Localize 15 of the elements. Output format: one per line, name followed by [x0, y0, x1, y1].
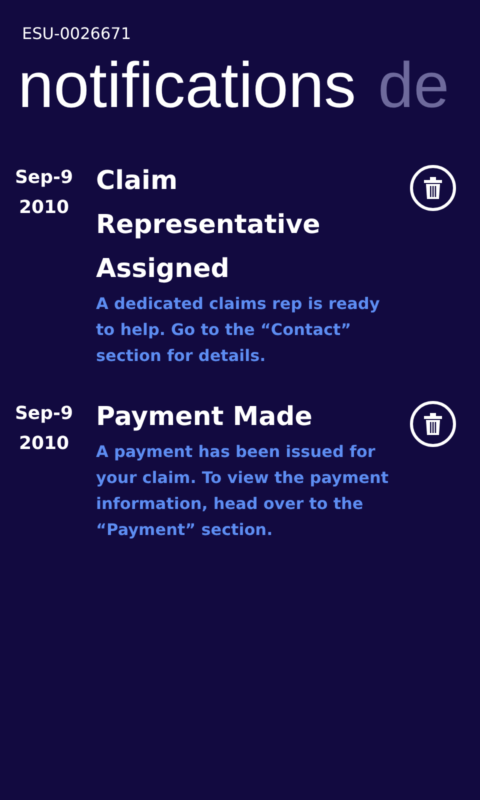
- notification-message: A dedicated claims rep is ready to help. Go to the “Contact” section for details.: [96, 293, 381, 367]
- notification-date: Sep-9: [14, 166, 74, 190]
- app-title: ESU-0026671: [22, 24, 132, 43]
- delete-button[interactable]: [410, 401, 456, 447]
- notification-message: A payment has been issued for your claim. To view the payment information, head over to the “Payment” section.: [96, 441, 390, 541]
- notification-title: Payment Made: [96, 401, 314, 434]
- notification-title: Claim Representative Assigned: [96, 165, 322, 286]
- notification-year: 2010: [18, 432, 70, 456]
- notification-year: 2010: [18, 196, 70, 220]
- trash-icon: [423, 413, 443, 435]
- pivot-header[interactable]: de: [378, 49, 450, 121]
- delete-button[interactable]: [410, 165, 456, 211]
- trash-icon: [423, 177, 443, 199]
- pivot-header[interactable]: notifications: [18, 49, 356, 121]
- notification-date: Sep-9: [14, 402, 74, 426]
